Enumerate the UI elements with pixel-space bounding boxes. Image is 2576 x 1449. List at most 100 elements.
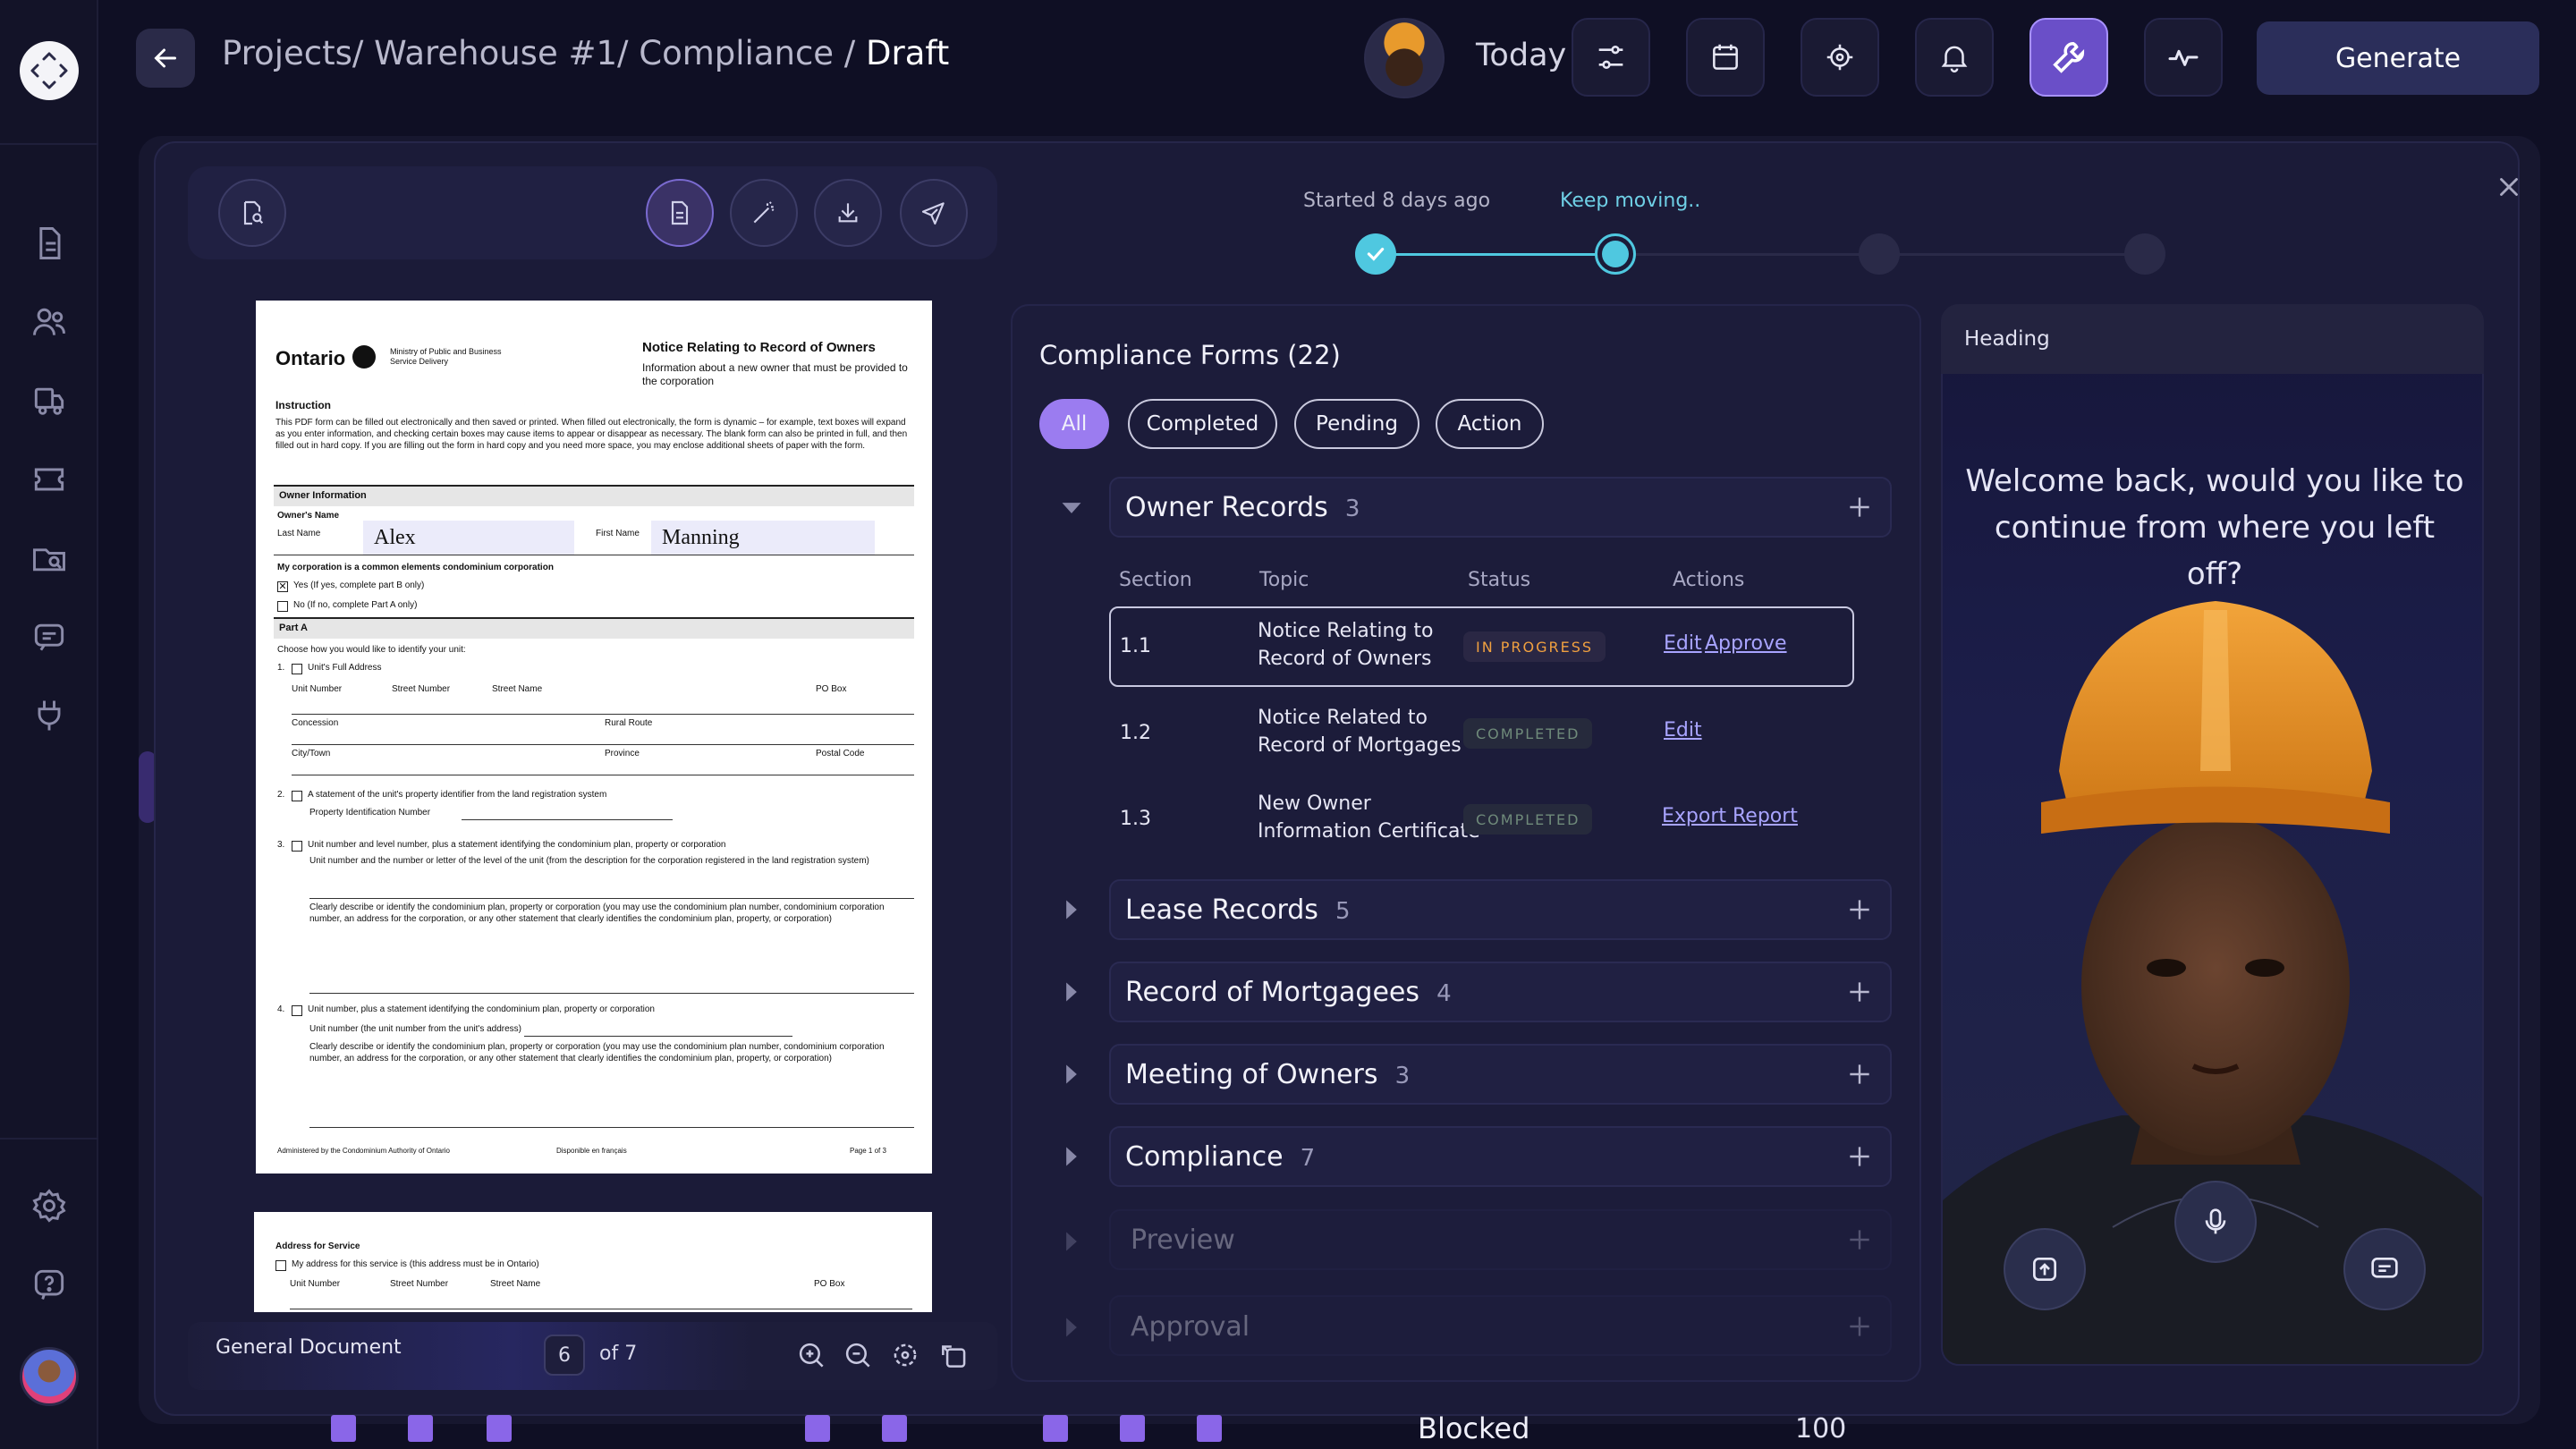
magic-wand-button[interactable] — [730, 179, 798, 247]
q1-checkbox[interactable] — [292, 664, 302, 674]
caret-right-icon[interactable] — [1059, 897, 1084, 922]
instruction-heading: Instruction — [275, 399, 331, 411]
locate-button[interactable] — [1801, 18, 1879, 97]
plus-icon[interactable] — [1845, 895, 1874, 924]
filter-pending[interactable]: Pending — [1294, 399, 1419, 449]
filter-completed[interactable]: Completed — [1128, 399, 1277, 449]
step-2-current[interactable] — [1595, 233, 1636, 275]
document-view-button[interactable] — [646, 179, 714, 247]
chat-icon[interactable] — [30, 617, 69, 657]
zoom-out-icon[interactable] — [841, 1338, 875, 1372]
zoom-in-icon[interactable] — [794, 1338, 828, 1372]
document-name: General Document — [216, 1336, 402, 1359]
plug-icon[interactable] — [30, 696, 69, 735]
q2-checkbox[interactable] — [292, 791, 302, 801]
last-name-field[interactable]: Alex — [363, 521, 574, 555]
progress-status-label: Keep moving.. — [1560, 190, 1701, 212]
caret-right-icon[interactable] — [1059, 1062, 1084, 1087]
user-avatar[interactable] — [20, 1347, 79, 1406]
activity-button[interactable] — [2144, 18, 2223, 97]
caret-right-icon[interactable] — [1059, 979, 1084, 1004]
col-topic: Topic — [1259, 569, 1309, 591]
progress-line-done — [1376, 253, 1617, 256]
describe-text-2: Clearly describe or identify the condomi… — [309, 1042, 885, 1063]
ticket-icon[interactable] — [30, 460, 69, 499]
group-label: Record of Mortgagees 4 — [1125, 977, 1452, 1008]
microphone-button[interactable] — [2174, 1181, 2257, 1263]
file-search-icon — [243, 200, 264, 225]
microphone-icon — [2205, 1208, 2226, 1234]
filter-all[interactable]: All — [1039, 399, 1109, 449]
document-page: Ontario Ministry of Public and Business … — [256, 301, 932, 1174]
worker-avatar[interactable] — [1364, 18, 1445, 98]
truck-icon[interactable] — [30, 381, 69, 420]
step-1-complete[interactable] — [1355, 233, 1396, 275]
help-icon[interactable] — [30, 1265, 69, 1304]
tools-button[interactable] — [2029, 18, 2108, 97]
address-checkbox[interactable] — [275, 1260, 286, 1271]
rural-route-label: Rural Route — [605, 718, 653, 728]
q3-checkbox[interactable] — [292, 841, 302, 852]
row-section: 1.1 — [1120, 635, 1151, 657]
breadcrumb: Projects/ Warehouse #1/ Compliance / Dra… — [222, 34, 949, 72]
plus-icon[interactable] — [1845, 1142, 1874, 1171]
background-bar — [882, 1415, 907, 1442]
edit-link[interactable]: Edit — [1664, 719, 1702, 741]
folder-search-icon[interactable] — [30, 538, 69, 578]
q3-sub: Unit number and the number or letter of … — [309, 856, 869, 866]
approve-link[interactable]: Approve — [1705, 632, 1787, 655]
sliders-icon — [1598, 46, 1623, 70]
instruction-text: This PDF form can be filled out electron… — [275, 418, 908, 451]
generate-button[interactable]: Generate — [2257, 21, 2539, 95]
notifications-button[interactable] — [1915, 18, 1994, 97]
users-icon[interactable] — [30, 302, 69, 342]
rotate-icon[interactable] — [937, 1338, 971, 1372]
province-label: Province — [605, 749, 640, 758]
send-button[interactable] — [900, 179, 968, 247]
fit-screen-icon[interactable] — [888, 1338, 922, 1372]
download-button[interactable] — [814, 179, 882, 247]
first-name-field[interactable]: Manning — [651, 521, 875, 555]
compliance-forms-title: Compliance Forms (22) — [1039, 340, 1341, 370]
file-text-icon — [671, 200, 689, 225]
caret-right-icon[interactable] — [1059, 1315, 1084, 1340]
filters-button[interactable] — [1572, 18, 1650, 97]
ontario-logo-text: Ontario — [275, 347, 346, 369]
no-checkbox[interactable] — [277, 601, 288, 612]
page-number-input[interactable]: 6 — [544, 1335, 585, 1376]
calendar-button[interactable] — [1686, 18, 1765, 97]
concession-label: Concession — [292, 718, 339, 728]
app-logo[interactable] — [20, 41, 79, 100]
upload-button[interactable] — [2004, 1228, 2086, 1310]
back-button[interactable] — [136, 29, 195, 88]
plus-icon[interactable] — [1845, 1060, 1874, 1089]
caret-right-icon[interactable] — [1059, 1144, 1084, 1169]
q4-checkbox[interactable] — [292, 1005, 302, 1016]
send-icon — [921, 202, 945, 225]
close-icon[interactable] — [2494, 172, 2524, 202]
message-button[interactable] — [2343, 1228, 2426, 1310]
plus-icon[interactable] — [1845, 1312, 1874, 1341]
plus-icon[interactable] — [1845, 978, 1874, 1006]
document-search-button[interactable] — [218, 179, 286, 247]
row-topic-line1: New Owner — [1258, 792, 1371, 815]
today-label[interactable]: Today — [1476, 38, 1566, 73]
export-report-link[interactable]: Export Report — [1662, 805, 1798, 827]
filter-action[interactable]: Action — [1436, 399, 1544, 449]
status-badge: COMPLETED — [1463, 718, 1593, 749]
step-4-pending[interactable] — [2124, 233, 2165, 275]
settings-gear-icon[interactable] — [30, 1186, 69, 1225]
pin-label: Property Identification Number — [309, 808, 431, 818]
blocked-value: 100 — [1795, 1413, 1847, 1445]
caret-down-icon[interactable] — [1059, 496, 1084, 521]
plus-icon[interactable] — [1845, 1225, 1874, 1254]
edit-link[interactable]: Edit — [1664, 632, 1702, 655]
yes-checkbox[interactable]: ✕ — [277, 581, 288, 592]
background-bar — [408, 1415, 433, 1442]
step-3-pending[interactable] — [1859, 233, 1900, 275]
caret-right-icon[interactable] — [1059, 1229, 1084, 1254]
breadcrumb-path[interactable]: Projects/ Warehouse #1/ Compliance / — [222, 34, 866, 72]
plus-icon[interactable] — [1845, 493, 1874, 521]
document-icon[interactable] — [30, 224, 69, 263]
q3-label: Unit number and level number, plus a sta… — [308, 840, 726, 850]
